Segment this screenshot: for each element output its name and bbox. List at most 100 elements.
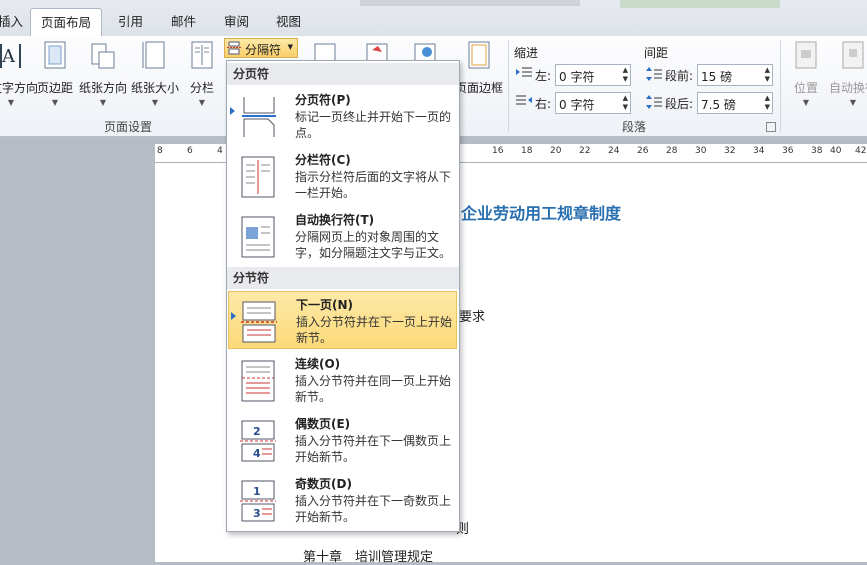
- indent-label: 缩进: [514, 46, 539, 60]
- indent-left-input[interactable]: 0 字符 ▲ ▼: [555, 64, 631, 86]
- ruler-tick: 22: [579, 146, 591, 156]
- odd-page-title: 奇数页(D): [295, 477, 352, 491]
- tab-mailings[interactable]: 邮件: [171, 10, 196, 34]
- indent-right-icon: [516, 95, 532, 105]
- page-breaks-header: 分页符: [227, 63, 459, 85]
- page-break-title: 分页符(P): [295, 93, 351, 107]
- ruler-tick: 6: [187, 146, 193, 156]
- page-borders-label: 页面边框: [454, 81, 503, 95]
- spacing-label: 间距: [644, 46, 669, 60]
- ruler-tick: 20: [550, 146, 562, 156]
- position-icon: [795, 41, 817, 69]
- columns-label: 分栏: [189, 81, 214, 95]
- even-page-break-icon: 2 4: [240, 420, 276, 462]
- indent-right-value: 0 字符: [559, 98, 595, 112]
- menu-item-column-break[interactable]: 分栏符(C) 指示分栏符后面的文字将从下一栏开始。: [228, 147, 457, 205]
- text-direction-label: 文字方向: [0, 81, 39, 95]
- ruler-tick: 28: [666, 146, 678, 156]
- menu-item-continuous[interactable]: 连续(O) 插入分节符并在同一页上开始新节。: [228, 351, 457, 409]
- odd-page-break-icon: 1 3: [240, 480, 276, 522]
- chevron-down-icon: ▼: [99, 98, 107, 107]
- indent-right-label: 右:: [535, 97, 552, 111]
- spacing-after-input[interactable]: 7.5 磅 ▲ ▼: [697, 92, 773, 114]
- page-break-desc: 标记一页终止并开始下一页的点。: [295, 110, 452, 140]
- spin-down-icon[interactable]: ▼: [623, 75, 628, 83]
- chevron-down-icon: ▼: [7, 98, 15, 107]
- section-breaks-header: 分节符: [227, 267, 459, 289]
- text-wrap-label: 自动换行: [828, 81, 867, 95]
- paragraph-group-label: 段落: [622, 120, 647, 134]
- ruler-tick: 16: [492, 146, 504, 156]
- tab-page-layout[interactable]: 页面布局: [30, 8, 103, 37]
- title-bar-fragment-2: [620, 0, 780, 8]
- even-page-title: 偶数页(E): [295, 417, 351, 431]
- ruler-tick: 4: [217, 146, 223, 156]
- breaks-label: 分隔符: [245, 43, 282, 57]
- spin-up-icon[interactable]: ▲: [623, 66, 628, 74]
- next-page-title: 下一页(N): [296, 298, 354, 312]
- tab-review[interactable]: 审阅: [224, 10, 249, 34]
- indent-right-input[interactable]: 0 字符 ▲ ▼: [555, 92, 631, 114]
- spacing-before-label: 段前:: [665, 69, 694, 83]
- column-break-icon: [241, 156, 275, 198]
- spin-up-icon[interactable]: ▲: [765, 94, 770, 102]
- margins-icon: [44, 41, 66, 69]
- position-label: 位置: [793, 81, 818, 95]
- text-wrapping-break-title: 自动换行符(T): [295, 213, 375, 227]
- page-break-icon: [242, 97, 276, 137]
- spacing-after-label: 段后:: [665, 97, 694, 111]
- ruler-tick: 36: [782, 146, 794, 156]
- text-direction-button[interactable]: A 文字方向 ▼: [0, 40, 39, 107]
- breaks-dropdown-menu: 分页符 分页符(P) 标记一页终止并开始下一页的点。 分栏符(C) 指示分栏符后…: [226, 60, 460, 532]
- chevron-down-icon: ▼: [151, 98, 159, 107]
- ruler-tick: 24: [608, 146, 620, 156]
- chevron-down-icon: ▼: [198, 98, 206, 107]
- spin-down-icon[interactable]: ▼: [765, 103, 770, 111]
- columns-button[interactable]: 分栏 ▼: [186, 40, 218, 107]
- indent-left-icon: [516, 67, 532, 77]
- chevron-down-icon: ▼: [51, 98, 59, 107]
- ribbon-tab-bar: 插入 页面布局 引用 邮件 审阅 视图: [0, 0, 867, 37]
- paper-size-icon: [142, 41, 165, 69]
- ruler-tick: 32: [724, 146, 736, 156]
- menu-item-page-break[interactable]: 分页符(P) 标记一页终止并开始下一页的点。: [228, 87, 457, 145]
- menu-item-next-page[interactable]: 下一页(N) 插入分节符并在下一页上开始新节。: [228, 291, 457, 349]
- orientation-label: 纸张方向: [78, 81, 127, 95]
- spin-up-icon[interactable]: ▲: [765, 66, 770, 74]
- page-borders-icon: [468, 41, 490, 69]
- svg-text:A: A: [1, 46, 16, 67]
- spin-down-icon[interactable]: ▼: [765, 75, 770, 83]
- margins-label: 页边距: [36, 81, 73, 95]
- next-page-desc: 插入分节符并在下一页上开始新节。: [296, 315, 453, 345]
- ruler-tick: 38: [811, 146, 823, 156]
- text-direction-icon: A: [0, 44, 21, 68]
- chapter-heading: 第十章 培训管理规定: [303, 550, 434, 565]
- svg-text:1: 1: [253, 485, 261, 498]
- columns-icon: [191, 41, 213, 69]
- spin-down-icon[interactable]: ▼: [623, 103, 628, 111]
- orientation-button[interactable]: 纸张方向 ▼: [78, 40, 128, 107]
- paragraph-dialog-launcher-icon[interactable]: [766, 122, 776, 132]
- menu-item-odd-page[interactable]: 1 3 奇数页(D) 插入分节符并在下一奇数页上开始新节。: [228, 471, 457, 529]
- margins-button[interactable]: 页边距 ▼: [36, 40, 74, 107]
- position-button[interactable]: 位置 ▼: [786, 40, 826, 107]
- continuous-title: 连续(O): [295, 357, 341, 371]
- text-wrap-button[interactable]: 自动换行 ▼: [828, 40, 867, 107]
- size-button[interactable]: 纸张大小 ▼: [130, 40, 180, 107]
- text-wrapping-break-icon: [241, 216, 275, 258]
- tab-insert[interactable]: 插入: [0, 10, 23, 34]
- svg-text:4: 4: [253, 447, 261, 460]
- menu-item-even-page[interactable]: 2 4 偶数页(E) 插入分节符并在下一偶数页上开始新节。: [228, 411, 457, 469]
- chevron-down-icon: ▼: [849, 98, 857, 107]
- spacing-before-input[interactable]: 15 磅 ▲ ▼: [697, 64, 773, 86]
- indent-left-value: 0 字符: [559, 70, 595, 84]
- document-title: 企业劳动用工规章制度: [461, 204, 622, 223]
- menu-item-text-wrapping-break[interactable]: 自动换行符(T) 分隔网页上的对象周围的文字，如分隔题注文字与正文。: [228, 207, 457, 265]
- breaks-icon: [227, 41, 241, 55]
- tab-references[interactable]: 引用: [118, 10, 143, 34]
- page-borders-button[interactable]: 页面边框: [454, 40, 504, 96]
- tab-view[interactable]: 视图: [276, 10, 301, 34]
- breaks-button[interactable]: 分隔符 ▼: [224, 38, 298, 58]
- text-wrap-icon: [842, 41, 864, 69]
- spin-up-icon[interactable]: ▲: [623, 94, 628, 102]
